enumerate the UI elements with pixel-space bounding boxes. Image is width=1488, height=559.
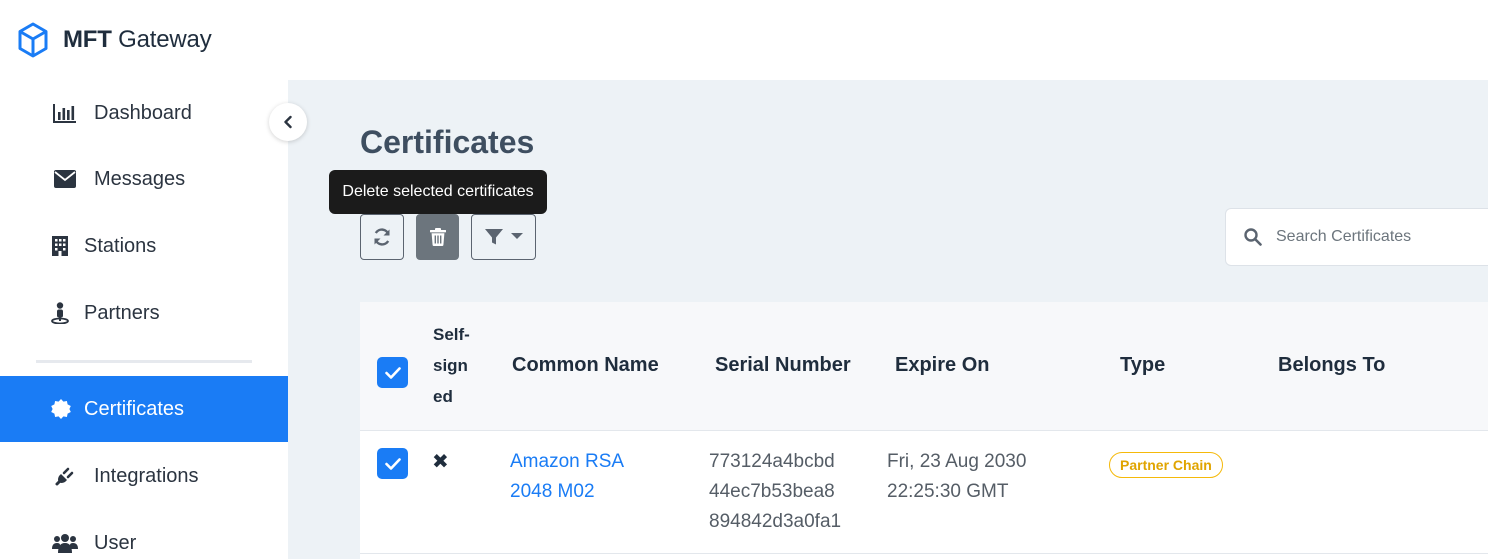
column-header-expire-on[interactable]: Expire On [895, 354, 989, 377]
column-header-serial-number[interactable]: Serial Number [715, 354, 851, 377]
bar-chart-icon [52, 102, 78, 124]
column-header-type[interactable]: Type [1120, 354, 1165, 377]
common-name-link[interactable]: Amazon RSA 2048 M02 [510, 447, 624, 507]
sidebar-item-stations[interactable]: Stations [0, 213, 288, 279]
certificate-icon [50, 398, 72, 420]
check-icon [384, 457, 401, 470]
sidebar-item-label: Certificates [84, 397, 185, 420]
chevron-left-icon [284, 115, 292, 129]
refresh-icon [374, 228, 390, 246]
app-logo[interactable]: MFT Gateway [17, 22, 212, 58]
sidebar-item-dashboard[interactable]: Dashboard [0, 80, 288, 146]
app-title: MFT Gateway [63, 26, 212, 53]
column-header-self-signed[interactable]: Self- sign ed [433, 319, 470, 412]
envelope-icon [52, 168, 78, 190]
row-select-checkbox[interactable] [377, 448, 408, 479]
mft-logo-icon [18, 22, 48, 58]
users-icon [52, 532, 78, 554]
search-input[interactable] [1276, 228, 1476, 246]
sidebar-divider [36, 360, 252, 363]
sidebar-item-label: Messages [94, 167, 186, 190]
sidebar-item-label: User [94, 531, 137, 554]
main-content: Certificates Delete selected certificate… [288, 80, 1488, 559]
sidebar-item-label: Dashboard [94, 101, 192, 124]
sidebar-item-partners[interactable]: Partners [0, 280, 288, 346]
delete-tooltip: Delete selected certificates [329, 170, 547, 220]
top-bar: MFT Gateway [0, 0, 1488, 80]
sidebar-item-integrations[interactable]: Integrations [0, 443, 288, 509]
trash-icon [429, 228, 446, 246]
self-signed-no-icon: ✖ [432, 451, 449, 473]
sidebar-item-label: Integrations [94, 464, 199, 487]
delete-selected-button[interactable] [416, 214, 459, 260]
certificates-table: Self- sign ed Common Name Serial Number … [360, 302, 1488, 559]
sidebar-item-label: Partners [84, 301, 160, 324]
row-divider [360, 553, 1488, 554]
search-box[interactable] [1225, 208, 1488, 266]
column-header-common-name[interactable]: Common Name [512, 354, 659, 377]
search-icon [1244, 228, 1262, 246]
sidebar: Dashboard Messages Stations Partners Cer… [0, 80, 288, 559]
building-icon [50, 235, 70, 257]
sidebar-item-user[interactable]: User [0, 510, 288, 559]
column-header-belongs-to[interactable]: Belongs To [1278, 354, 1385, 377]
filter-dropdown-button[interactable] [471, 214, 536, 260]
refresh-button[interactable] [360, 214, 404, 260]
page-title: Certificates [360, 124, 535, 160]
person-pin-icon [50, 302, 70, 324]
sidebar-item-certificates[interactable]: Certificates [0, 376, 288, 442]
plug-icon [52, 465, 78, 487]
filter-icon [484, 229, 503, 245]
collapse-sidebar-button[interactable] [269, 103, 307, 141]
serial-number-cell: 773124a4bcbd 44ec7b53bea8 894842d3a0fa1 [709, 451, 842, 532]
sidebar-item-label: Stations [84, 234, 157, 257]
select-all-checkbox[interactable] [377, 357, 408, 388]
caret-down-icon [510, 233, 523, 239]
sidebar-item-messages[interactable]: Messages [0, 146, 288, 212]
type-badge: Partner Chain [1109, 452, 1223, 478]
check-icon [384, 366, 401, 379]
table-header: Self- sign ed Common Name Serial Number … [360, 302, 1488, 431]
expire-on-cell: Fri, 23 Aug 2030 22:25:30 GMT [887, 451, 1027, 502]
